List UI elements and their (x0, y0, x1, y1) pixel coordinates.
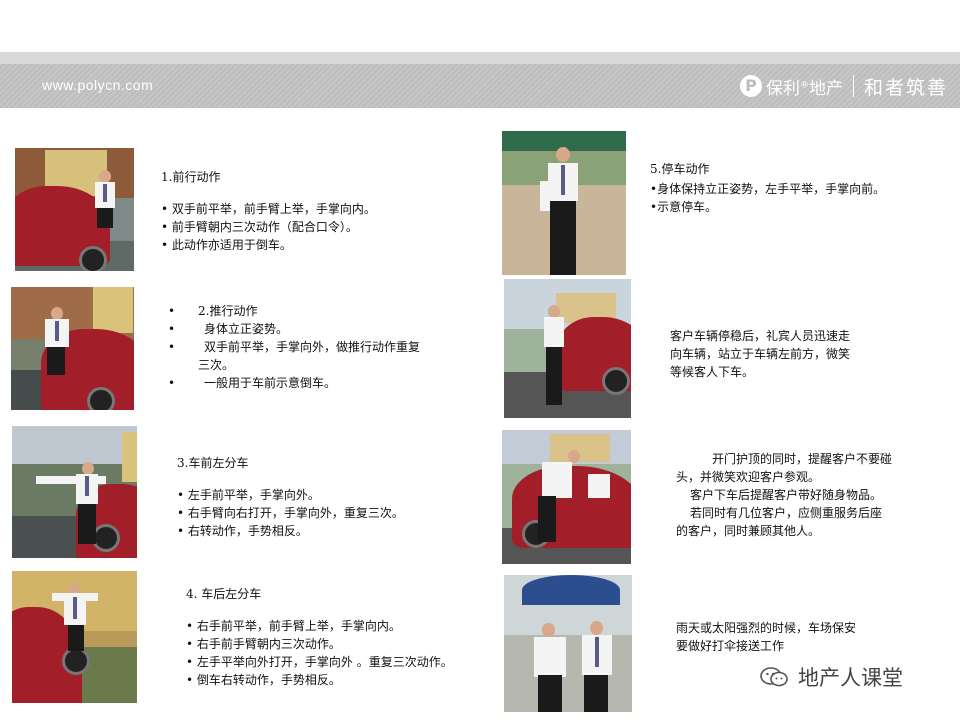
para-line: 的客户，同时兼顾其他人。 (676, 524, 821, 538)
photo-umbrella (504, 575, 632, 712)
section-line: • 左手平举向外打开，手掌向外 。重复三次动作。 (186, 655, 453, 669)
section-title: 1.前行动作 (161, 170, 221, 184)
photo-rear-left (12, 571, 137, 703)
brand-logo: P 保利®地产 和者筑善 (740, 70, 948, 102)
section-line: 双手前平举，手掌向外，做推行动作重复 (204, 340, 421, 354)
photo-approach (504, 279, 631, 418)
para-line: 雨天或太阳强烈的时候，车场保安 (676, 621, 857, 635)
section-line: • 右转动作，手势相反。 (177, 524, 308, 538)
section-line: 三次。 (198, 358, 235, 372)
photo-push (11, 287, 134, 410)
para-door: 开门护顶的同时，提醒客户不要碰 头，并微笑欢迎客户参观。 客户下车后提醒客户带好… (676, 450, 892, 540)
section-line: • 左手前平举，手掌向外。 (177, 488, 320, 502)
para-line: 要做好打伞接送工作 (676, 639, 785, 653)
section-title: 2.推行动作 (198, 304, 258, 318)
bullet-row: • 一般用于车前示意倒车。 (168, 376, 337, 390)
watermark-label: 地产人课堂 (798, 666, 903, 690)
bullet-row: • 双手前平举，手掌向外，做推行动作重复 (168, 340, 421, 354)
brand-slogan: 和者筑善 (864, 76, 949, 99)
section-front-left: 3.车前左分车 • 左手前平举，手掌向外。 • 右手臂向右打开，手掌向外，重复三… (177, 454, 404, 540)
top-band (0, 52, 960, 64)
para-line: 客户车辆停稳后，礼宾人员迅速走 (670, 329, 851, 343)
section-forward: 1.前行动作 • 双手前平举，前手臂上举，手掌向内。 • 前手臂朝内三次动作（配… (161, 168, 376, 254)
para-line: 头，并微笑欢迎客户参观。 (676, 470, 821, 484)
para-umbrella: 雨天或太阳强烈的时候，车场保安 要做好打伞接送工作 (676, 619, 856, 655)
section-line: • 双手前平举，前手臂上举，手掌向内。 (161, 202, 376, 216)
para-line: 等候客人下车。 (670, 365, 755, 379)
section-line: • 倒车右转动作，手势相反。 (186, 673, 341, 687)
section-title: 5.停车动作 (650, 162, 710, 176)
para-approach: 客户车辆停稳后，礼宾人员迅速走 向车辆，站立于车辆左前方，微笑 等候客人下车。 (670, 327, 850, 381)
bullet-row: • 身体立正姿势。 (168, 322, 289, 336)
bullet-row: • 2.推行动作 (168, 304, 258, 318)
brand-separator (853, 75, 854, 97)
section-line: • 前手臂朝内三次动作（配合口令）。 (161, 220, 358, 234)
photo-front-left (12, 426, 137, 558)
photo-stop (502, 131, 626, 275)
section-push: • 2.推行动作 • 身体立正姿势。 • 双手前平举，手掌向外，做推行动作重复 三次。… (168, 302, 420, 392)
wechat-watermark: 地产人课堂 (760, 662, 903, 692)
para-line: 向车辆，站立于车辆左前方，微笑 (670, 347, 851, 361)
brand-name: 保利®地产 (766, 78, 843, 99)
section-line: • 右手前手臂朝内三次动作。 (186, 637, 341, 651)
section-title: 4. 车后左分车 (186, 587, 262, 601)
para-line: 客户下车后提醒客户带好随身物品。 (690, 488, 883, 502)
photo-door (502, 430, 631, 564)
section-line: • 此动作亦适用于倒车。 (161, 238, 292, 252)
section-line: • 右手臂向右打开，手掌向外，重复三次。 (177, 506, 404, 520)
section-line: •示意停车。 (650, 200, 718, 214)
section-line: 一般用于车前示意倒车。 (204, 376, 337, 390)
section-line: •身体保持立正姿势，左手平举，手掌向前。 (650, 182, 886, 196)
section-line: 身体立正姿势。 (204, 322, 289, 336)
poly-logo-icon: P (740, 75, 762, 97)
umbrella-icon (522, 575, 620, 605)
section-rear-left: 4. 车后左分车 • 右手前平举，前手臂上举，手掌向内。 • 右手前手臂朝内三次… (186, 585, 453, 689)
photo-forward (15, 148, 134, 271)
section-title: 3.车前左分车 (177, 456, 249, 470)
page-header: www.polycn.com P 保利®地产 和者筑善 (0, 64, 960, 108)
para-line: 开门护顶的同时，提醒客户不要碰 (712, 452, 893, 466)
section-line: • 右手前平举，前手臂上举，手掌向内。 (186, 619, 401, 633)
site-url[interactable]: www.polycn.com (42, 77, 153, 93)
wechat-icon (760, 667, 788, 687)
section-stop: 5.停车动作 •身体保持立正姿势，左手平举，手掌向前。 •示意停车。 (650, 160, 885, 216)
para-line: 若同时有几位客户，应侧重服务后座 (690, 506, 883, 520)
